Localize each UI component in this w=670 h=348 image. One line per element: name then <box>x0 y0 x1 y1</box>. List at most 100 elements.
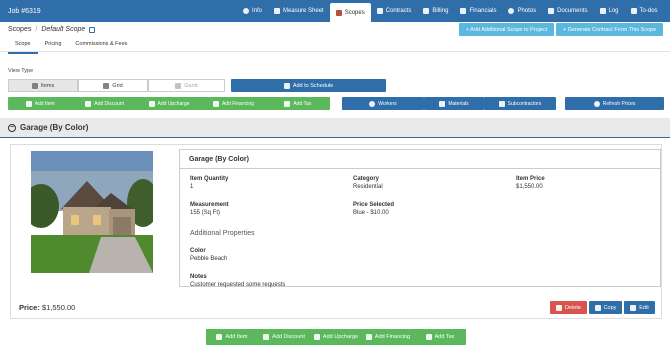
price-selected-value: Blue - $10.00 <box>353 210 389 216</box>
list-icon <box>31 82 38 89</box>
item-quantity-label: Item Quantity <box>190 176 229 182</box>
nav-info[interactable]: Info <box>237 0 268 22</box>
item-price-value: $1,550.00 <box>516 184 543 190</box>
nav-documents[interactable]: Documents <box>542 0 593 22</box>
notes-field: Notes Customer requested some requests <box>190 274 285 288</box>
notes-value: Customer requested some requests <box>190 282 286 288</box>
edit-button[interactable]: Edit <box>624 301 655 314</box>
item-icon <box>216 334 223 340</box>
pen-icon <box>376 8 383 14</box>
bottom-add-actions-bar: Add Item Add Discount Add Upcharge Add F… <box>206 329 466 345</box>
item-quantity-value: 1 <box>190 184 194 190</box>
color-value: Pebble Beach <box>190 256 228 262</box>
view-items-button[interactable]: Items <box>8 79 78 92</box>
job-number: Job #6319 <box>8 7 41 15</box>
upcharge-icon <box>313 334 320 340</box>
nav-financials[interactable]: Financials <box>454 0 502 22</box>
nav-scopes[interactable]: Scopes <box>329 3 371 22</box>
copy-button[interactable]: Copy <box>589 301 622 314</box>
nav-billing[interactable]: Billing <box>417 0 454 22</box>
info-icon <box>243 8 249 14</box>
view-grid-button[interactable]: Grid <box>78 79 148 92</box>
add-to-schedule-button[interactable]: Add to Schedule <box>231 79 386 92</box>
generate-contract-button[interactable]: + Generate Contract From This Scope <box>556 23 663 36</box>
bottom-add-tax-button[interactable]: Add Tax <box>414 329 466 345</box>
view-gantt-button[interactable]: Gantt <box>148 79 225 92</box>
divider <box>0 51 670 52</box>
additional-properties-heading: Additional Properties <box>190 230 255 237</box>
edit-scope-name-icon[interactable] <box>89 26 96 33</box>
documents-icon <box>548 8 555 14</box>
tag-icon <box>263 334 270 340</box>
color-label: Color <box>190 248 206 254</box>
breadcrumb-scopes[interactable]: Scopes <box>8 26 31 33</box>
bottom-add-financing-button[interactable]: Add Financing <box>362 329 414 345</box>
handshake-icon <box>365 334 372 340</box>
price-selected-field: Price Selected Blue - $10.00 <box>353 202 394 216</box>
list-icon <box>630 8 637 14</box>
item-photo[interactable] <box>31 151 153 273</box>
item-quantity-field: Item Quantity 1 <box>190 176 228 190</box>
add-tax-button[interactable]: Add Tax <box>266 97 330 110</box>
add-financing-button[interactable]: Add Financing <box>201 97 265 110</box>
measurement-value: 155 (Sq Ft) <box>190 210 221 216</box>
nav-contracts[interactable]: Contracts <box>371 0 418 22</box>
item-icon <box>25 100 32 107</box>
add-additional-scope-button[interactable]: + Add Additional Scope to Project <box>459 23 554 36</box>
price-value: $1,550.00 <box>41 303 76 312</box>
log-icon <box>599 8 606 14</box>
ruler-icon <box>274 8 281 14</box>
financials-icon <box>460 8 467 14</box>
price-selected-label: Price Selected <box>353 202 395 208</box>
measurement-field: Measurement 155 (Sq Ft) <box>190 202 229 216</box>
top-navbar: Job #6319 Info Measure Sheet Scopes Cont… <box>0 0 670 22</box>
collapse-icon[interactable]: − <box>8 123 16 132</box>
camera-icon <box>508 8 515 14</box>
add-discount-button[interactable]: Add Discount <box>72 97 136 110</box>
nav-log[interactable]: Log <box>594 0 625 22</box>
add-item-button[interactable]: Add Item <box>8 97 72 110</box>
delete-button[interactable]: Delete <box>550 301 587 314</box>
category-value: Residential <box>353 184 383 190</box>
subcontractors-button[interactable]: Subcontractors <box>484 97 556 110</box>
tag-icon <box>85 100 92 107</box>
nav-measure-sheet[interactable]: Measure Sheet <box>268 0 330 22</box>
bottom-add-item-button[interactable]: Add Item <box>206 329 258 345</box>
workers-button[interactable]: Workers <box>342 97 424 110</box>
copy-icon <box>594 304 601 311</box>
dollar-icon <box>425 334 432 340</box>
dollar-icon <box>284 100 291 107</box>
bottom-add-upcharge-button[interactable]: Add Upcharge <box>310 329 362 345</box>
add-upcharge-button[interactable]: Add Upcharge <box>137 97 201 110</box>
price-label: Price: <box>19 303 40 312</box>
view-type-label: View Type <box>8 68 34 74</box>
materials-icon <box>439 100 446 107</box>
handshake-icon <box>212 100 219 107</box>
main-nav: Info Measure Sheet Scopes Contracts Bill… <box>237 0 664 22</box>
divider <box>180 168 660 169</box>
trash-icon <box>556 304 563 311</box>
nav-todos[interactable]: To-dos <box>625 0 664 22</box>
breadcrumb-separator: / <box>35 26 38 33</box>
scope-section-header[interactable]: − Garage (By Color) <box>0 118 670 138</box>
item-title: Garage (By Color) <box>189 156 249 163</box>
grid-icon <box>103 82 110 89</box>
calendar-icon <box>283 82 290 89</box>
refresh-prices-button[interactable]: Refresh Prices <box>565 97 664 110</box>
item-card: Garage (By Color) Item Quantity 1 Catego… <box>10 144 662 319</box>
item-total-price: Price: $1,550.00 <box>19 303 75 312</box>
color-field: Color Pebble Beach <box>190 248 227 262</box>
add-actions-bar: Add Item Add Discount Add Upcharge Add F… <box>8 97 330 110</box>
materials-button[interactable]: Materials <box>424 97 484 110</box>
category-label: Category <box>353 176 380 182</box>
breadcrumb: Scopes / Default Scope <box>8 26 96 33</box>
house-image <box>31 151 153 273</box>
billing-icon <box>423 8 430 14</box>
truck-icon <box>498 100 505 107</box>
bottom-add-discount-button[interactable]: Add Discount <box>258 329 310 345</box>
refresh-icon <box>593 100 600 107</box>
category-field: Category Residential <box>353 176 383 190</box>
notes-label: Notes <box>190 274 207 280</box>
nav-photos[interactable]: Photos <box>502 0 542 22</box>
gantt-icon <box>175 82 182 89</box>
